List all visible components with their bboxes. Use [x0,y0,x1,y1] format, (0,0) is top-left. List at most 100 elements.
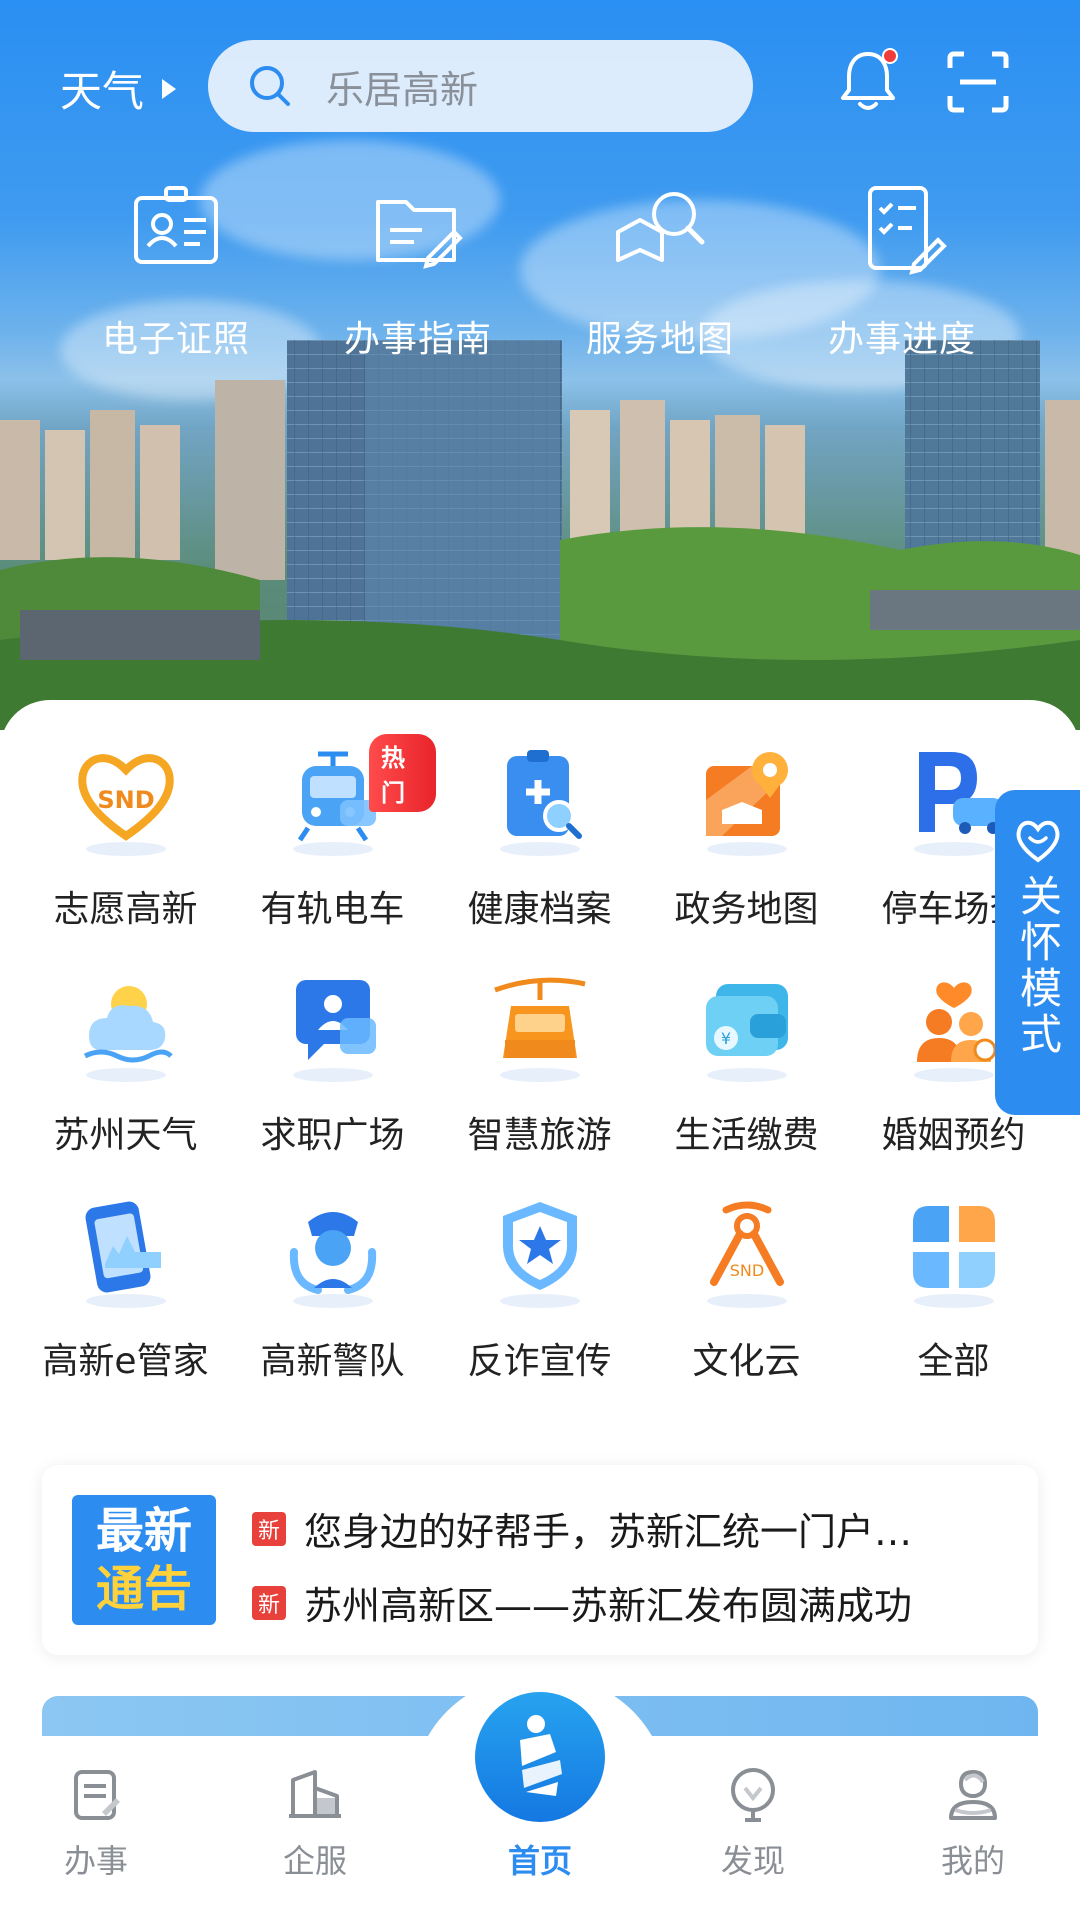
home-logo-icon [520,1715,562,1796]
service-label: 志愿高新 [53,889,198,930]
map-search-icon [616,192,705,262]
parking-icon [918,752,1003,834]
weather-cloud-icon [83,986,173,1063]
service-volunteer[interactable]: SND 志愿高新 [22,740,229,966]
gov-map-icon [705,752,788,836]
progress-doc-icon [868,186,947,275]
service-label: 高新e管家 [42,1341,209,1382]
scan-icon [947,51,1009,113]
tab-discover[interactable]: 发现 [683,1766,823,1882]
tab-label: 首页 [507,1842,572,1880]
search-bar[interactable]: 乐居高新 [208,40,753,132]
service-job[interactable]: 求职广场 [229,966,436,1192]
top-bar: 天气 乐居高新 [0,34,1080,134]
care-mode-button[interactable]: 关怀模式 [995,790,1080,1115]
notice-badge-line1: 最新 [95,1503,192,1559]
tab-label: 办事 [63,1842,128,1880]
police-icon [289,1212,376,1294]
service-gov-map[interactable]: 政务地图 [643,740,850,966]
service-e-butler[interactable]: 高新e管家 [22,1192,229,1418]
service-label: 生活缴费 [674,1115,819,1156]
all-grid-icon [912,1206,995,1288]
svg-text:SND: SND [729,1261,763,1280]
notice-item[interactable]: 新 苏州高新区——苏新汇发布圆满成功 [252,1575,912,1630]
quick-item-label: 办事进度 [827,319,976,360]
service-police[interactable]: 高新警队 [229,1192,436,1418]
service-grid: SND 志愿高新 热门 有轨电车 健康档案 政务地图 停车场查 苏州天气 求职广… [0,734,1080,1418]
latest-notice-badge: 最新 通告 [72,1495,216,1625]
hot-badge: 热门 [369,734,436,812]
service-label: 婚姻预约 [881,1115,1026,1156]
service-label: 政务地图 [674,889,819,930]
service-label: 求职广场 [260,1115,405,1156]
clipboard-icon [74,1770,120,1820]
app-root: SND [0,0,1080,1920]
bottom-tab-bar: 办事 企服 首页 发现 我的 [0,1676,1080,1920]
notice-text: 苏州高新区——苏新汇发布圆满成功 [304,1584,913,1628]
service-weather[interactable]: 苏州天气 [22,966,229,1192]
city-skyline-image: SND [0,340,1080,730]
service-all[interactable]: 全部 [850,1192,1057,1418]
tab-mine[interactable]: 我的 [903,1766,1043,1882]
service-label: 健康档案 [467,889,612,930]
service-label: 文化云 [692,1341,801,1382]
service-culture-cloud[interactable]: SND 文化云 [643,1192,850,1418]
service-label: 反诈宣传 [467,1341,612,1382]
service-tram[interactable]: 热门 有轨电车 [229,734,436,966]
notice-badge-line2: 通告 [95,1561,192,1617]
weather-label: 天气 [60,67,145,116]
cable-car-icon [493,977,586,1058]
notice-item[interactable]: 新 您身边的好帮手，苏新汇统一门户… [252,1501,912,1556]
job-chat-icon [295,980,376,1060]
building-icon [289,1770,341,1818]
quick-item-guide[interactable]: 办事指南 [297,180,539,362]
tab-label: 发现 [720,1842,785,1880]
weather-button[interactable]: 天气 [60,58,177,119]
tab-label: 企服 [282,1842,347,1880]
service-anti-fraud[interactable]: 反诈宣传 [436,1192,643,1418]
quick-item-label: 电子证照 [101,319,250,360]
service-health-record[interactable]: 健康档案 [436,740,643,966]
play-arrow-icon [162,78,177,99]
profile-icon [949,1769,997,1820]
quick-actions: 电子证照 办事指南 服务地图 办事进度 [0,180,1080,362]
guide-folder-icon [376,200,463,269]
service-label: 全部 [917,1341,990,1382]
notification-dot [882,48,898,64]
heart-icon [1016,820,1059,863]
id-card-icon [134,186,218,264]
notice-text: 您身边的好帮手，苏新汇统一门户… [304,1510,913,1554]
phone-city-icon [85,1201,161,1293]
culture-cloud-icon: SND [709,1201,784,1286]
tab-label: 我的 [940,1842,1005,1880]
quick-item-e-license[interactable]: 电子证照 [55,180,297,362]
new-tag: 新 [252,1511,286,1546]
home-logo-button[interactable] [475,1692,605,1822]
tab-affairs[interactable]: 办事 [26,1766,166,1882]
shield-star-icon [502,1202,577,1290]
tab-enterprise[interactable]: 企服 [245,1766,385,1882]
quick-item-progress[interactable]: 办事进度 [781,180,1023,362]
scan-button[interactable] [946,50,1010,118]
notification-bell-button[interactable] [838,48,898,118]
search-icon [250,66,290,106]
wallet-icon: ¥ [705,984,788,1056]
quick-item-label: 办事指南 [343,319,492,360]
service-label: 智慧旅游 [467,1115,612,1156]
quick-item-label: 服务地图 [585,319,734,360]
health-record-icon [506,750,582,839]
service-utilities[interactable]: ¥ 生活缴费 [643,966,850,1192]
quick-item-service-map[interactable]: 服务地图 [539,180,781,362]
volunteer-heart-icon: SND [77,754,174,841]
notice-panel[interactable]: 最新 通告 新 您身边的好帮手，苏新汇统一门户… 新 苏州高新区——苏新汇发布圆… [42,1465,1038,1655]
new-tag: 新 [252,1585,286,1620]
search-placeholder: 乐居高新 [326,67,479,112]
service-tourism[interactable]: 智慧旅游 [436,966,643,1192]
discover-icon [731,1768,775,1822]
hero-banner: SND [0,0,1080,730]
service-label: 苏州天气 [53,1115,198,1156]
service-label: 有轨电车 [260,889,405,930]
svg-text:¥: ¥ [720,1029,730,1048]
care-mode-label: 关怀模式 [1013,874,1063,1058]
svg-text:SND: SND [97,786,154,814]
